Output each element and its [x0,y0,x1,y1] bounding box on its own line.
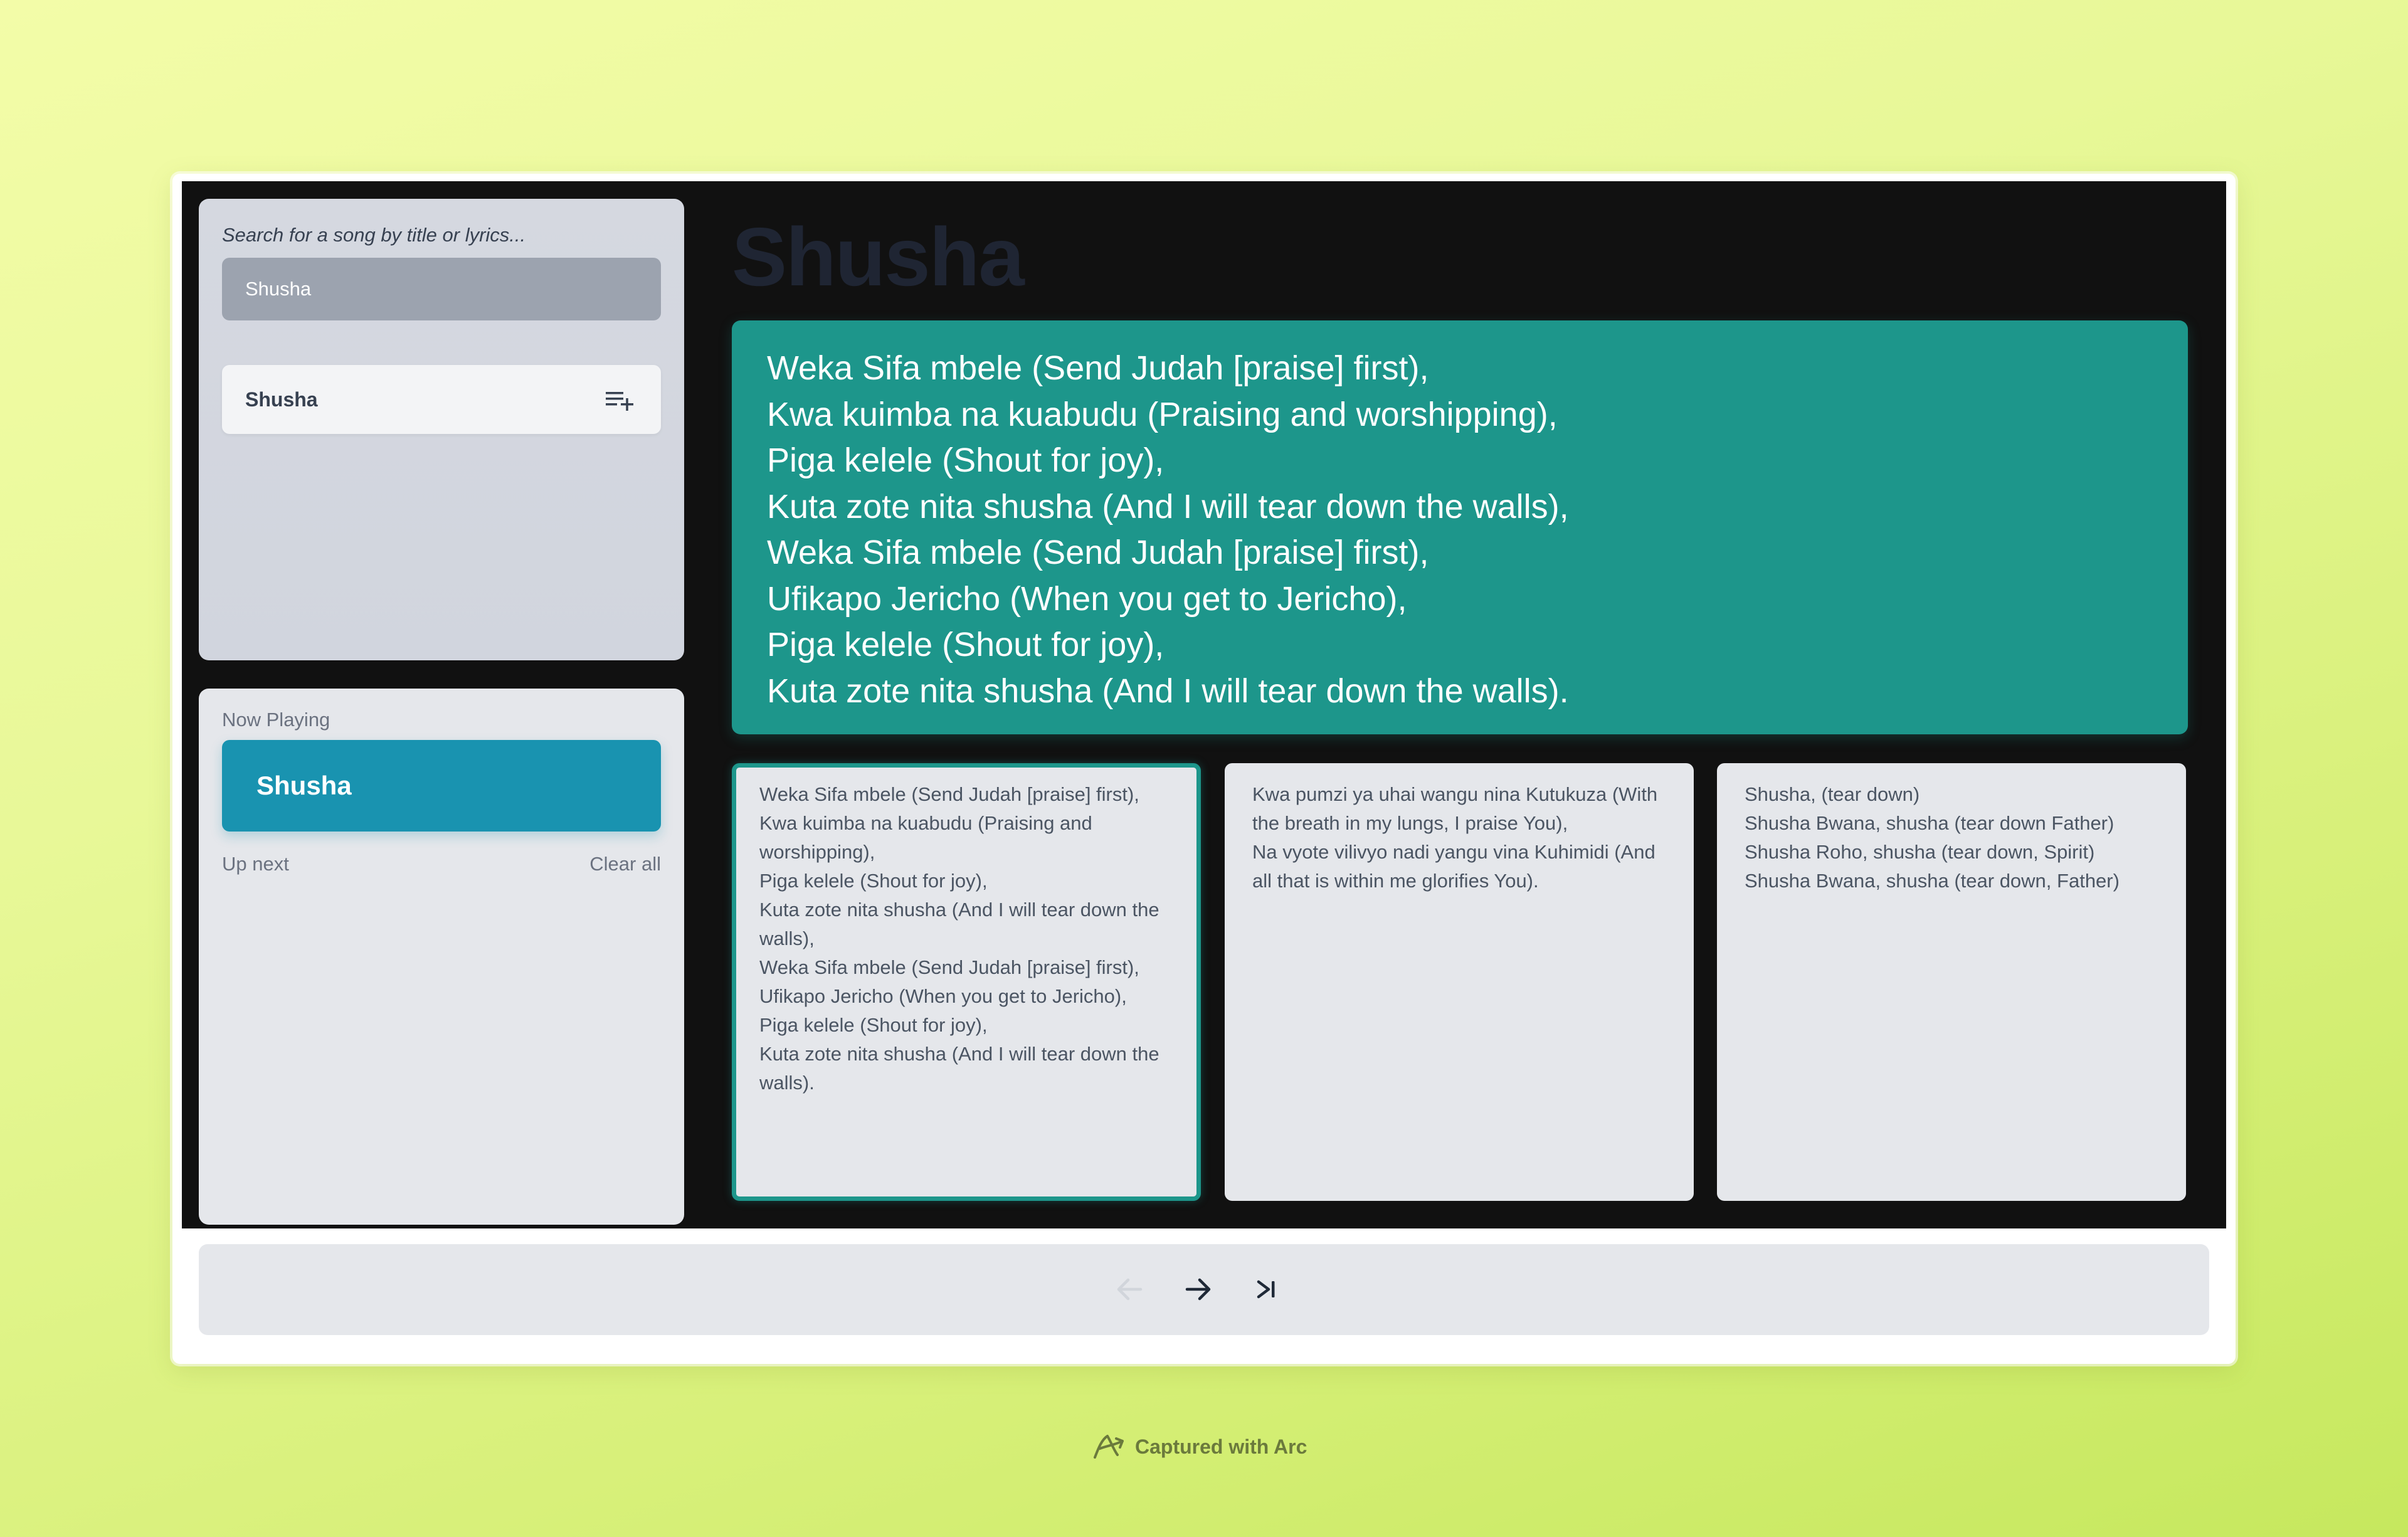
verse-line: Kuta zote nita shusha (And I will tear d… [759,1043,1159,1094]
verse-line: Weka Sifa mbele (Send Judah [praise] fir… [759,956,1139,978]
verse-line: Piga kelele (Shout for joy), [759,1014,988,1036]
current-verse-line: Kuta zote nita shusha (And I will tear d… [767,487,1569,526]
current-verse-display: Weka Sifa mbele (Send Judah [praise] fir… [732,320,2188,734]
playlist-add-icon[interactable] [605,387,636,412]
current-verse-line: Kuta zote nita shusha (And I will tear d… [767,672,1569,710]
now-playing-panel: Now Playing Shusha Up next Clear all [199,689,684,1225]
now-playing-card[interactable]: Shusha [222,740,661,832]
app-root: Search for a song by title or lyrics... … [182,181,2226,1228]
search-result-item[interactable]: Shusha [222,365,661,434]
verse-card-3[interactable]: Shusha, (tear down) Shusha Bwana, shusha… [1717,763,2186,1201]
arrow-right-icon[interactable] [1180,1270,1217,1308]
skip-end-icon[interactable] [1248,1270,1286,1308]
verse-line: Shusha Roho, shusha (tear down, Spirit) [1745,841,2095,863]
current-verse-line: Kwa kuimba na kuabudu (Praising and wors… [767,395,1558,433]
verse-line: Shusha, (tear down) [1745,783,1920,805]
verse-line: Weka Sifa mbele (Send Judah [praise] fir… [759,783,1139,805]
verse-line: Piga kelele (Shout for joy), [759,870,988,892]
current-verse-line: Ufikapo Jericho (When you get to Jericho… [767,579,1407,618]
search-result-title: Shusha [245,388,318,411]
verse-line: Shusha Bwana, shusha (tear down, Father) [1745,870,2120,892]
browser-window: Search for a song by title or lyrics... … [172,174,2236,1364]
verse-line: Na vyote vilivyo nadi yangu vina Kuhimid… [1252,841,1656,892]
current-verse-line: Weka Sifa mbele (Send Judah [praise] fir… [767,534,1429,571]
song-title: Shusha [732,211,1025,303]
now-playing-label: Now Playing [222,709,330,731]
verse-line: Ufikapo Jericho (When you get to Jericho… [759,985,1127,1007]
arc-logo-icon [1094,1435,1124,1459]
verse-line: Kwa pumzi ya uhai wangu nina Kutukuza (W… [1252,783,1658,834]
up-next-label: Up next [222,853,289,875]
arrow-left-icon[interactable] [1111,1270,1148,1308]
verse-line: Kuta zote nita shusha (And I will tear d… [759,899,1159,949]
verse-line: Kwa kuimba na kuabudu (Praising and wors… [759,812,1092,863]
playback-controls [199,1244,2209,1335]
search-panel: Search for a song by title or lyrics... … [199,199,684,660]
search-label: Search for a song by title or lyrics... [222,224,526,246]
search-input[interactable]: Shusha [222,258,661,320]
current-verse-line: Weka Sifa mbele (Send Judah [praise] fir… [767,349,1429,387]
now-playing-title: Shusha [256,771,352,800]
current-verse-line: Piga kelele (Shout for joy), [767,626,1164,663]
arc-badge-text: Captured with Arc [1135,1435,1307,1458]
verse-card-2[interactable]: Kwa pumzi ya uhai wangu nina Kutukuza (W… [1225,763,1694,1201]
current-verse-line: Piga kelele (Shout for joy), [767,441,1164,479]
arc-capture-badge: Captured with Arc [1091,1431,1307,1462]
verse-card-1[interactable]: Weka Sifa mbele (Send Judah [praise] fir… [732,763,1201,1201]
clear-all-button[interactable]: Clear all [589,853,661,875]
verse-line: Shusha Bwana, shusha (tear down Father) [1745,812,2115,834]
